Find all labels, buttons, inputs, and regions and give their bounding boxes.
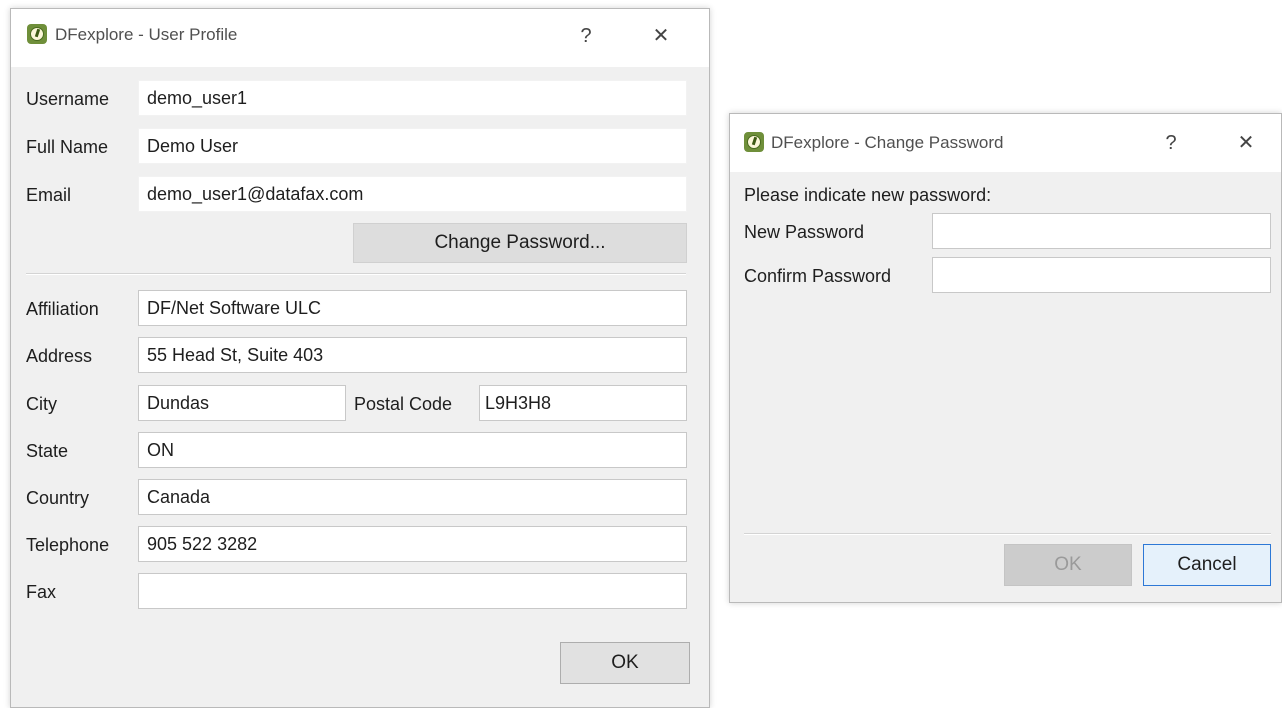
- username-label: Username: [26, 89, 110, 109]
- city-label: City: [26, 394, 57, 414]
- state-field[interactable]: ON: [138, 432, 687, 468]
- close-icon[interactable]: ✕: [641, 19, 681, 53]
- new-password-field[interactable]: [932, 213, 1271, 249]
- cancel-button[interactable]: Cancel: [1143, 544, 1271, 586]
- affiliation-label: Affiliation: [26, 299, 99, 319]
- confirm-password-label: Confirm Password: [744, 266, 892, 286]
- title-bar[interactable]: DFexplore - Change Password ? ✕: [730, 114, 1281, 172]
- change-password-button[interactable]: Change Password...: [353, 223, 687, 263]
- fax-field[interactable]: [138, 573, 687, 609]
- email-label: Email: [26, 185, 72, 205]
- ok-button[interactable]: OK: [1004, 544, 1132, 586]
- dfexplore-app-icon: [27, 24, 47, 44]
- dialog-title: DFexplore - User Profile: [55, 25, 238, 44]
- full-name-field[interactable]: Demo User: [138, 128, 687, 164]
- user-profile-dialog: DFexplore - User Profile ? ✕ Username de…: [10, 8, 710, 708]
- affiliation-field[interactable]: DF/Net Software ULC: [138, 290, 687, 326]
- username-field[interactable]: demo_user1: [138, 80, 687, 116]
- change-password-dialog: DFexplore - Change Password ? ✕ Please i…: [729, 113, 1282, 603]
- fax-label: Fax: [26, 582, 57, 602]
- email-field[interactable]: demo_user1@datafax.com: [138, 176, 687, 212]
- title-bar[interactable]: DFexplore - User Profile ? ✕: [11, 9, 709, 67]
- address-label: Address: [26, 346, 93, 366]
- country-field[interactable]: Canada: [138, 479, 687, 515]
- password-prompt: Please indicate new password:: [744, 185, 992, 205]
- help-icon[interactable]: ?: [1151, 126, 1191, 160]
- dialog-title: DFexplore - Change Password: [771, 133, 1004, 152]
- full-name-label: Full Name: [26, 137, 109, 157]
- state-label: State: [26, 441, 69, 461]
- dfexplore-app-icon: [744, 132, 764, 152]
- telephone-field[interactable]: 905 522 3282: [138, 526, 687, 562]
- ok-button[interactable]: OK: [560, 642, 690, 684]
- city-field[interactable]: Dundas: [138, 385, 346, 421]
- postal-code-field[interactable]: L9H3H8: [479, 385, 687, 421]
- help-icon[interactable]: ?: [566, 19, 606, 53]
- telephone-label: Telephone: [26, 535, 110, 555]
- close-icon[interactable]: ✕: [1226, 126, 1266, 160]
- postal-code-label: Postal Code: [354, 394, 453, 414]
- confirm-password-field[interactable]: [932, 257, 1271, 293]
- address-field[interactable]: 55 Head St, Suite 403: [138, 337, 687, 373]
- new-password-label: New Password: [744, 222, 865, 242]
- country-label: Country: [26, 488, 90, 508]
